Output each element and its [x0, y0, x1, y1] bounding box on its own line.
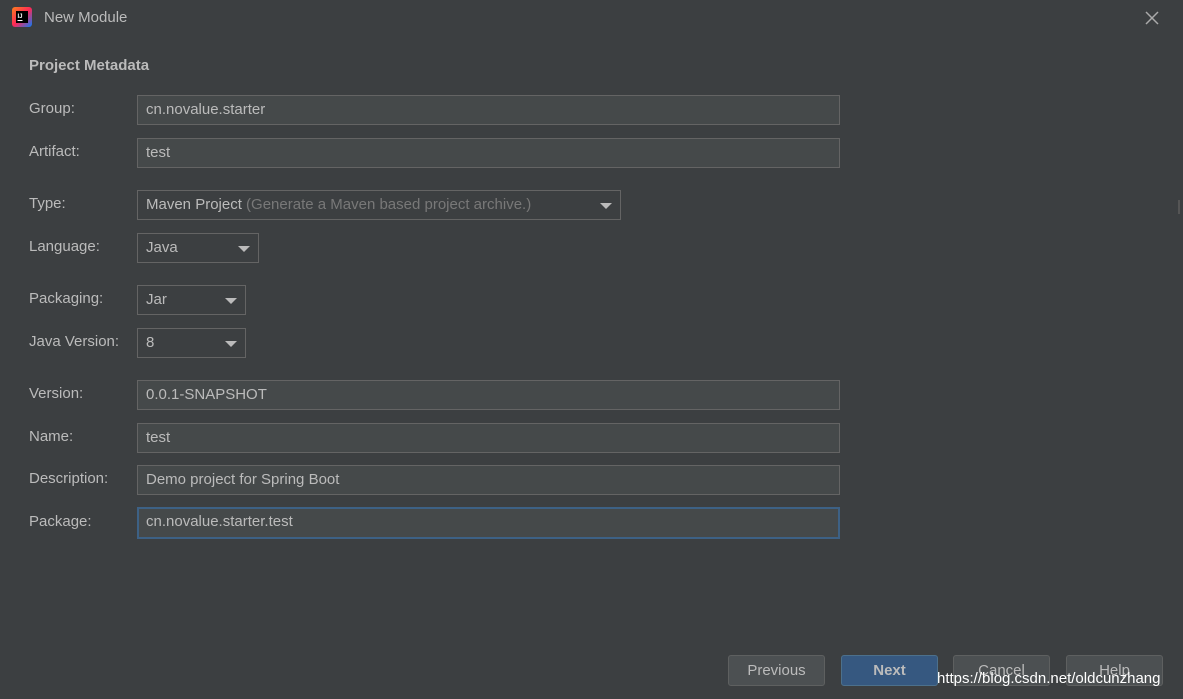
version-label: Version: — [29, 385, 84, 402]
language-value: Java — [146, 239, 178, 256]
description-field[interactable]: Demo project for Spring Boot — [137, 465, 840, 495]
package-field[interactable]: cn.novalue.starter.test — [137, 507, 840, 539]
java-version-value: 8 — [146, 334, 155, 351]
packaging-combo[interactable]: Jar — [137, 285, 246, 315]
scroll-edge — [1178, 200, 1180, 214]
language-label: Language: — [29, 238, 100, 255]
chevron-down-icon — [600, 203, 612, 209]
previous-button[interactable]: Previous — [728, 655, 825, 686]
window-title: New Module — [44, 9, 128, 26]
intellij-idea-icon: IJ — [12, 7, 32, 27]
artifact-label: Artifact: — [29, 143, 80, 160]
type-label: Type: — [29, 195, 66, 212]
group-field[interactable]: cn.novalue.starter — [137, 95, 840, 125]
section-title: Project Metadata — [29, 57, 150, 74]
packaging-label: Packaging: — [29, 290, 104, 307]
artifact-field[interactable]: test — [137, 138, 840, 168]
next-button[interactable]: Next — [841, 655, 938, 686]
watermark-text: https://blog.csdn.net/oldcunzhang — [937, 670, 1161, 687]
group-label: Group: — [29, 100, 75, 117]
title-bar: IJ New Module — [0, 0, 1183, 36]
version-field[interactable]: 0.0.1-SNAPSHOT — [137, 380, 840, 410]
type-hint: (Generate a Maven based project archive.… — [246, 196, 532, 213]
language-combo[interactable]: Java — [137, 233, 259, 263]
close-icon[interactable] — [1143, 9, 1161, 27]
java-version-combo[interactable]: 8 — [137, 328, 246, 358]
svg-text:IJ: IJ — [18, 14, 23, 20]
name-field[interactable]: test — [137, 423, 840, 453]
name-label: Name: — [29, 428, 74, 445]
description-label: Description: — [29, 470, 109, 487]
java-version-label: Java Version: — [29, 333, 120, 350]
package-label: Package: — [29, 513, 92, 530]
packaging-value: Jar — [146, 291, 167, 308]
type-value: Maven Project — [146, 196, 242, 213]
chevron-down-icon — [225, 298, 237, 304]
chevron-down-icon — [238, 246, 250, 252]
chevron-down-icon — [225, 341, 237, 347]
type-combo[interactable]: Maven Project (Generate a Maven based pr… — [137, 190, 621, 220]
